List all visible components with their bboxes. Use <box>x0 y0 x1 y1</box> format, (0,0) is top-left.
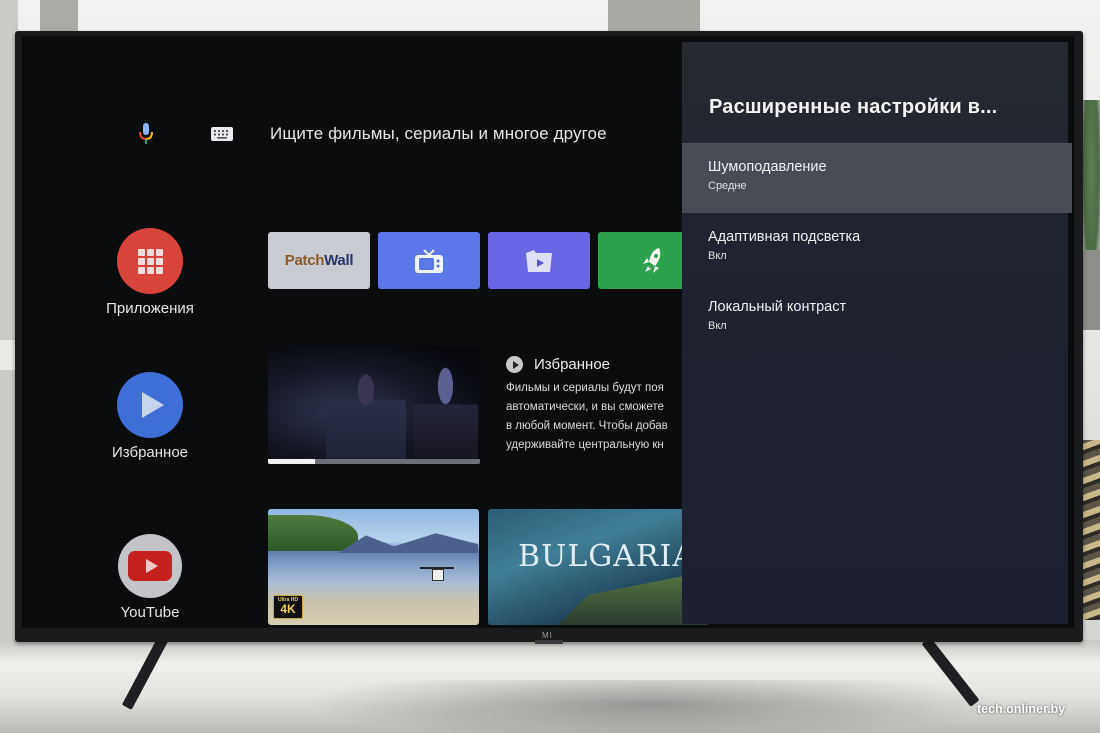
description-line: в любой момент. Чтобы добав <box>506 420 668 432</box>
app-tile-patchwall[interactable]: PatchWall <box>268 232 370 289</box>
description-line: автоматически, и вы сможете <box>506 401 664 413</box>
ultra-hd-4k-badge: Ultra HD 4K <box>273 595 303 619</box>
setting-noise-reduction[interactable]: Шумоподавление Средне <box>682 143 1072 213</box>
playback-progress-fill <box>268 459 315 464</box>
video-thumbnail-lake[interactable]: Ultra HD 4K <box>268 509 479 625</box>
favorites-description: Фильмы и сериалы будут поя автоматически… <box>506 379 682 455</box>
hill <box>268 515 358 551</box>
description-line: удерживайте центральную кн <box>506 439 664 451</box>
app-tile-video[interactable] <box>488 232 590 289</box>
window-bar <box>40 0 78 34</box>
nav-item-youtube[interactable]: YouTube <box>100 534 200 621</box>
movie-still <box>326 371 406 464</box>
search-input[interactable]: Ищите фильмы, сериалы и многое другое <box>270 124 607 144</box>
setting-local-contrast[interactable]: Локальный контраст Вкл <box>682 283 1072 353</box>
video-folder-icon <box>526 249 552 272</box>
drone <box>420 567 454 581</box>
plant-pot <box>1080 250 1100 330</box>
thumbnail-title: BULGARIA <box>518 539 695 574</box>
settings-title: Расширенные настройки в... <box>709 96 998 118</box>
nav-label: Избранное <box>111 444 189 461</box>
tv-icon <box>415 248 443 273</box>
setting-label: Шумоподавление <box>708 159 827 175</box>
nav-label: Приложения <box>106 300 194 317</box>
window-bar <box>608 0 700 34</box>
tv-brand-logo: MI <box>542 631 553 640</box>
tv-brand-tab <box>535 640 563 644</box>
rocket-icon <box>643 247 661 273</box>
apps-button[interactable] <box>117 228 183 294</box>
setting-value: Вкл <box>708 320 727 332</box>
nav-item-favorites[interactable]: Избранное <box>100 372 200 461</box>
settings-panel: Расширенные настройки в... Шумоподавлени… <box>682 42 1072 624</box>
setting-value: Средне <box>708 180 747 192</box>
play-icon <box>142 392 164 418</box>
nav-item-apps[interactable]: Приложения <box>100 228 200 317</box>
favorites-button[interactable] <box>117 372 183 438</box>
description-line: Фильмы и сериалы будут поя <box>506 382 664 394</box>
setting-value: Вкл <box>708 250 727 262</box>
watermark: tech.onliner.by <box>977 702 1066 716</box>
setting-label: Локальный контраст <box>708 299 847 315</box>
play-circle-icon <box>506 356 523 373</box>
microphone-icon[interactable] <box>139 123 153 145</box>
setting-label: Адаптивная подсветка <box>708 229 861 245</box>
shadow <box>300 680 1000 733</box>
youtube-button[interactable] <box>118 534 182 598</box>
patchwall-logo: PatchWall <box>284 252 354 269</box>
favorites-title: Избранное <box>534 356 611 373</box>
movie-still <box>413 364 478 464</box>
favorites-header: Избранное <box>506 356 610 373</box>
setting-adaptive-backlight[interactable]: Адаптивная подсветка Вкл <box>682 213 1072 283</box>
youtube-icon <box>128 551 172 581</box>
mountains <box>338 533 478 553</box>
movie-thumbnail[interactable] <box>268 346 480 464</box>
nav-label: YouTube <box>120 604 180 621</box>
app-tile-tv[interactable] <box>378 232 480 289</box>
apps-grid-icon <box>137 248 163 274</box>
video-thumbnail-bulgaria[interactable]: BULGARIA <box>488 509 708 625</box>
playback-progress-bar <box>268 459 480 464</box>
keyboard-icon[interactable] <box>211 127 233 141</box>
